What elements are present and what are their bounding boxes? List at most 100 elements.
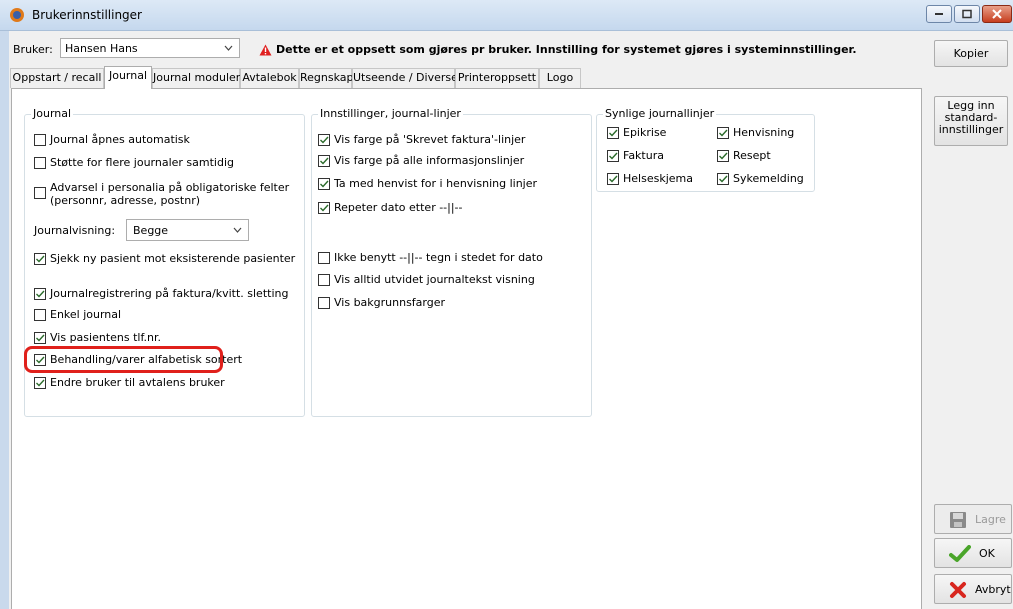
checkbox-box[interactable] (34, 331, 46, 344)
journal-linjer-group-title: Innstillinger, journal-linjer (318, 107, 463, 120)
checkbox-bakgrunnsfarger[interactable]: Vis bakgrunnsfarger (318, 296, 445, 309)
lagre-label: Lagre (975, 513, 1006, 526)
checkbox-faktura[interactable]: Faktura (607, 149, 664, 162)
checkbox-box[interactable] (318, 273, 330, 286)
checkbox-label: Journalregistrering på faktura/kvitt. sl… (50, 287, 289, 300)
checkbox-label: Resept (733, 149, 771, 162)
checkbox-label: Endre bruker til avtalens bruker (50, 376, 225, 389)
journalvisning-value: Begge (133, 224, 169, 237)
checkbox-farge-informasjonslinjer[interactable]: Vis farge på alle informasjonslinjer (318, 154, 524, 167)
check-icon (609, 129, 618, 137)
checkbox-ikke-benytt[interactable]: Ikke benytt --||-- tegn i stedet for dat… (318, 251, 543, 264)
checkbox-box[interactable] (318, 201, 330, 214)
maximize-button[interactable] (954, 5, 980, 23)
synlige-group-title: Synlige journallinjer (603, 107, 717, 120)
tab-journal[interactable]: Journal (104, 66, 152, 89)
check-icon (36, 255, 45, 263)
checkbox-label: Repeter dato etter --||-- (334, 201, 463, 214)
checkbox-resept[interactable]: Resept (717, 149, 771, 162)
check-icon (320, 157, 329, 165)
window-title: Brukerinnstillinger (32, 8, 142, 22)
checkbox-label: Vis farge på alle informasjonslinjer (334, 154, 525, 167)
checkbox-repeter-dato[interactable]: Repeter dato etter --||-- (318, 201, 463, 214)
checkbox-endre-bruker[interactable]: Endre bruker til avtalens bruker (34, 376, 225, 389)
checkbox-box[interactable] (34, 287, 46, 300)
checkbox-journal-apnes[interactable]: Journal åpnes automatisk (34, 133, 190, 146)
checkbox-box[interactable] (607, 172, 619, 185)
checkbox-label: Vis pasientens tlf.nr. (50, 331, 162, 344)
bruker-dropdown[interactable]: Hansen Hans (60, 38, 240, 58)
checkbox-label: Enkel journal (50, 308, 122, 321)
checkbox-henvisning[interactable]: Henvisning (717, 126, 794, 139)
checkbox-henvist-for[interactable]: Ta med henvist for i henvisning linjer (318, 177, 537, 190)
checkbox-box[interactable] (607, 149, 619, 162)
tab-regnskap[interactable]: Regnskap (299, 68, 354, 88)
check-icon (609, 152, 618, 160)
checkbox-box[interactable] (717, 172, 729, 185)
minimize-icon (935, 13, 943, 15)
checkbox-label: Henvisning (733, 126, 795, 139)
checkbox-epikrise[interactable]: Epikrise (607, 126, 666, 139)
checkbox-label: Faktura (623, 149, 664, 162)
check-icon (36, 334, 45, 342)
checkbox-journalregistrering[interactable]: Journalregistrering på faktura/kvitt. sl… (34, 287, 288, 300)
checkbox-label: Ikke benytt --||-- tegn i stedet for dat… (334, 251, 543, 264)
checkbox-advarsel-personalia[interactable]: Advarsel i personalia på obligatoriske f… (34, 181, 289, 207)
checkbox-box[interactable] (717, 126, 729, 139)
checkbox-box[interactable] (318, 251, 330, 264)
check-icon (320, 180, 329, 188)
kopier-button[interactable]: Kopier (934, 40, 1008, 67)
close-button[interactable] (982, 5, 1012, 23)
bruker-value: Hansen Hans (65, 42, 138, 55)
checkbox-box[interactable] (318, 296, 330, 309)
checkbox-sjekk-ny-pasient[interactable]: Sjekk ny pasient mot eksisterende pasien… (34, 252, 295, 265)
avbryt-label: Avbryt (975, 583, 1011, 596)
ok-label: OK (979, 547, 995, 560)
tab-avtalebok[interactable]: Avtalebok (240, 68, 299, 88)
checkbox-box[interactable] (34, 133, 46, 146)
checkbox-label: Advarsel i personalia på obligatoriske f… (50, 181, 290, 207)
tab-journal-moduler[interactable]: Journal moduler (152, 68, 240, 88)
checkbox-box[interactable] (34, 376, 46, 389)
checkbox-label: Vis alltid utvidet journaltekst visning (334, 273, 535, 286)
checkbox-vis-tlf[interactable]: Vis pasientens tlf.nr. (34, 331, 161, 344)
checkbox-flere-journaler[interactable]: Støtte for flere journaler samtidig (34, 156, 234, 169)
maximize-icon (962, 9, 972, 19)
close-icon (992, 9, 1002, 19)
checkbox-sykemelding[interactable]: Sykemelding (717, 172, 804, 185)
checkbox-helseskjema[interactable]: Helseskjema (607, 172, 693, 185)
legg-inn-standard-button[interactable]: Legg inn standard- innstillinger (934, 96, 1008, 146)
checkbox-label: Sjekk ny pasient mot eksisterende pasien… (50, 252, 296, 265)
tab-utseende-diverse[interactable]: Utseende / Diverse (352, 68, 458, 88)
journalvisning-dropdown[interactable]: Begge (126, 219, 249, 241)
lagre-button[interactable]: Lagre (934, 504, 1012, 534)
tab-oppstart-recall[interactable]: Oppstart / recall (10, 68, 104, 88)
checkbox-box[interactable] (717, 149, 729, 162)
journalvisning-label: Journalvisning: (34, 224, 116, 237)
tab-printeroppsett[interactable]: Printeroppsett (455, 68, 539, 88)
window-frame (0, 31, 9, 609)
checkbox-label: Vis bakgrunnsfarger (334, 296, 446, 309)
warning-icon (259, 44, 272, 56)
journal-group-title: Journal (31, 107, 74, 120)
checkbox-box[interactable] (607, 126, 619, 139)
checkbox-box[interactable] (34, 252, 46, 265)
minimize-button[interactable] (926, 5, 952, 23)
checkbox-box[interactable] (318, 177, 330, 190)
checkbox-farge-skrevet-faktura[interactable]: Vis farge på 'Skrevet faktura'-linjer (318, 133, 525, 146)
check-icon (320, 204, 329, 212)
checkbox-box[interactable] (34, 187, 46, 199)
check-icon (36, 290, 45, 298)
cross-icon (950, 582, 966, 598)
checkbox-enkel-journal[interactable]: Enkel journal (34, 308, 121, 321)
checkbox-utvidet-journaltekst[interactable]: Vis alltid utvidet journaltekst visning (318, 273, 535, 286)
checkbox-box[interactable] (34, 156, 46, 169)
checkbox-box[interactable] (318, 154, 330, 167)
floppy-disk-icon (950, 512, 966, 528)
avbryt-button[interactable]: Avbryt (934, 574, 1012, 604)
checkbox-box[interactable] (318, 133, 330, 146)
checkbox-box[interactable] (34, 308, 46, 321)
tab-logo[interactable]: Logo (539, 68, 581, 88)
ok-button[interactable]: OK (934, 538, 1012, 568)
check-icon (320, 136, 329, 144)
